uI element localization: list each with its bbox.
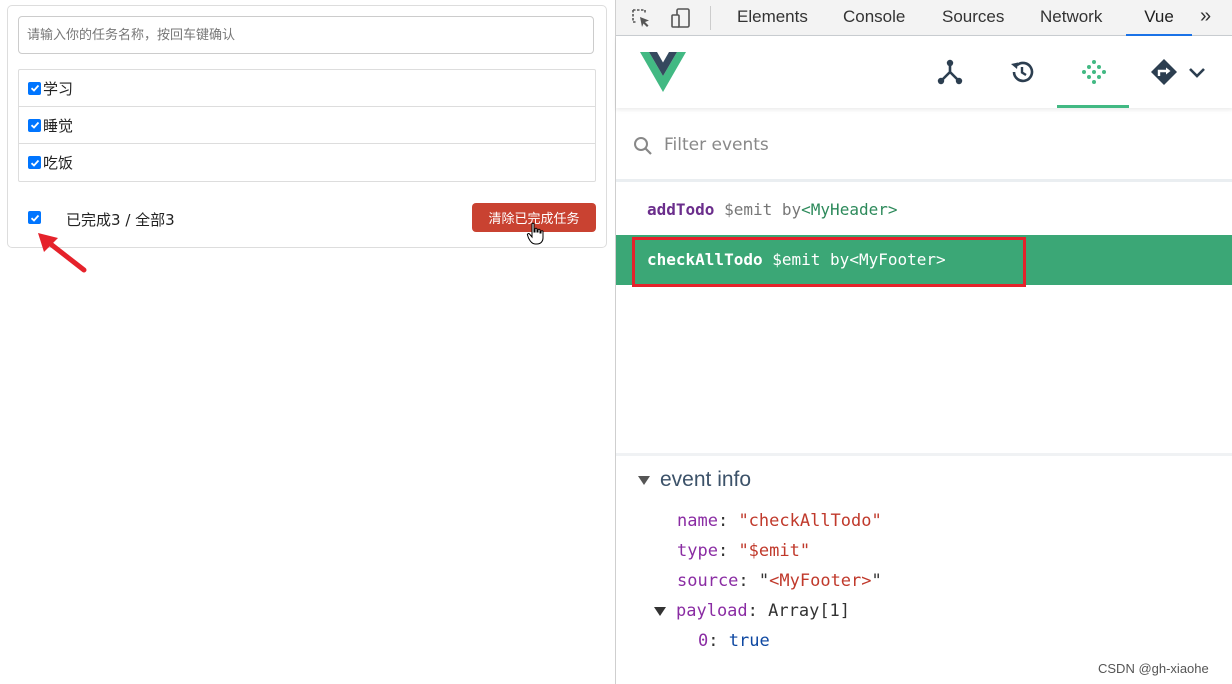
todo-checkbox[interactable] <box>28 156 41 169</box>
prop-source: source: "<MyFooter>" <box>677 571 882 591</box>
event-name: addTodo <box>647 200 715 219</box>
todo-label: 学习 <box>43 79 74 98</box>
filter-events-input[interactable] <box>664 130 1064 160</box>
done-count: 已完成3 / 全部3 <box>66 211 175 229</box>
todo-list: 学习 睡觉 吃饭 <box>18 69 596 182</box>
tab-console[interactable]: Console <box>843 0 905 36</box>
tab-elements[interactable]: Elements <box>737 0 808 36</box>
check-all-checkbox[interactable] <box>28 211 41 224</box>
todo-footer: 已完成3 / 全部3 清除已完成任务 <box>8 201 606 235</box>
search-icon <box>634 137 652 155</box>
task-input[interactable] <box>18 16 594 54</box>
event-info-panel: event info name: "checkAllTodo" type: "$… <box>616 453 1232 684</box>
more-tabs-icon[interactable]: » <box>1200 5 1211 28</box>
todo-card: 学习 睡觉 吃饭 已完成3 / 全部3 清除已完成任务 <box>7 5 607 248</box>
caret-down-icon[interactable] <box>638 475 650 485</box>
chevron-down-icon[interactable] <box>1186 58 1208 86</box>
events-icon[interactable] <box>1080 58 1108 86</box>
todo-label: 吃饭 <box>43 154 74 172</box>
prop-name: name: "checkAllTodo" <box>677 511 882 531</box>
event-info-header[interactable]: event info <box>638 468 751 492</box>
tab-vue[interactable]: Vue <box>1126 0 1192 36</box>
devtools-panel: Elements Console Sources Network Vue » F… <box>615 0 1232 684</box>
prop-payload[interactable]: payload: Array[1] <box>654 601 850 621</box>
todo-item-eat[interactable]: 吃饭 <box>19 144 595 181</box>
annotation-arrow-icon <box>38 233 87 273</box>
active-tab-indicator <box>1057 105 1129 108</box>
vuex-history-icon[interactable] <box>1008 58 1036 86</box>
annotation-highlight-box <box>632 237 1026 287</box>
devtools-tabbar: Elements Console Sources Network Vue » <box>616 0 1232 36</box>
todo-checkbox[interactable] <box>28 81 41 95</box>
inspect-element-icon[interactable] <box>630 7 652 29</box>
vue-toolbar <box>616 36 1232 108</box>
routing-icon[interactable] <box>1150 58 1178 86</box>
hand-cursor-icon <box>526 222 544 245</box>
caret-down-icon[interactable] <box>654 606 666 616</box>
event-by: by <box>781 200 802 219</box>
device-toolbar-icon[interactable] <box>670 7 692 29</box>
todo-label: 睡觉 <box>43 116 74 135</box>
tab-sources[interactable]: Sources <box>942 0 1004 36</box>
event-component: <MyHeader> <box>801 200 898 219</box>
toolbar-separator <box>710 6 711 30</box>
todo-checkbox[interactable] <box>28 118 41 132</box>
prop-type: type: "$emit" <box>677 541 811 561</box>
todo-app: 学习 睡觉 吃饭 已完成3 / 全部3 清除已完成任务 <box>0 0 615 684</box>
event-type: $emit <box>724 200 773 219</box>
prop-payload-item: 0: true <box>698 631 770 651</box>
components-icon[interactable] <box>936 58 964 86</box>
vue-logo <box>640 52 686 92</box>
watermark: CSDN @gh-xiaohe <box>1098 661 1209 676</box>
tab-network[interactable]: Network <box>1040 0 1102 36</box>
todo-item-sleep[interactable]: 睡觉 <box>19 107 595 144</box>
todo-item-study[interactable]: 学习 <box>19 70 595 107</box>
event-row[interactable]: addTodo $emit by<MyHeader> <box>616 185 1232 235</box>
event-filter-bar <box>616 112 1232 182</box>
